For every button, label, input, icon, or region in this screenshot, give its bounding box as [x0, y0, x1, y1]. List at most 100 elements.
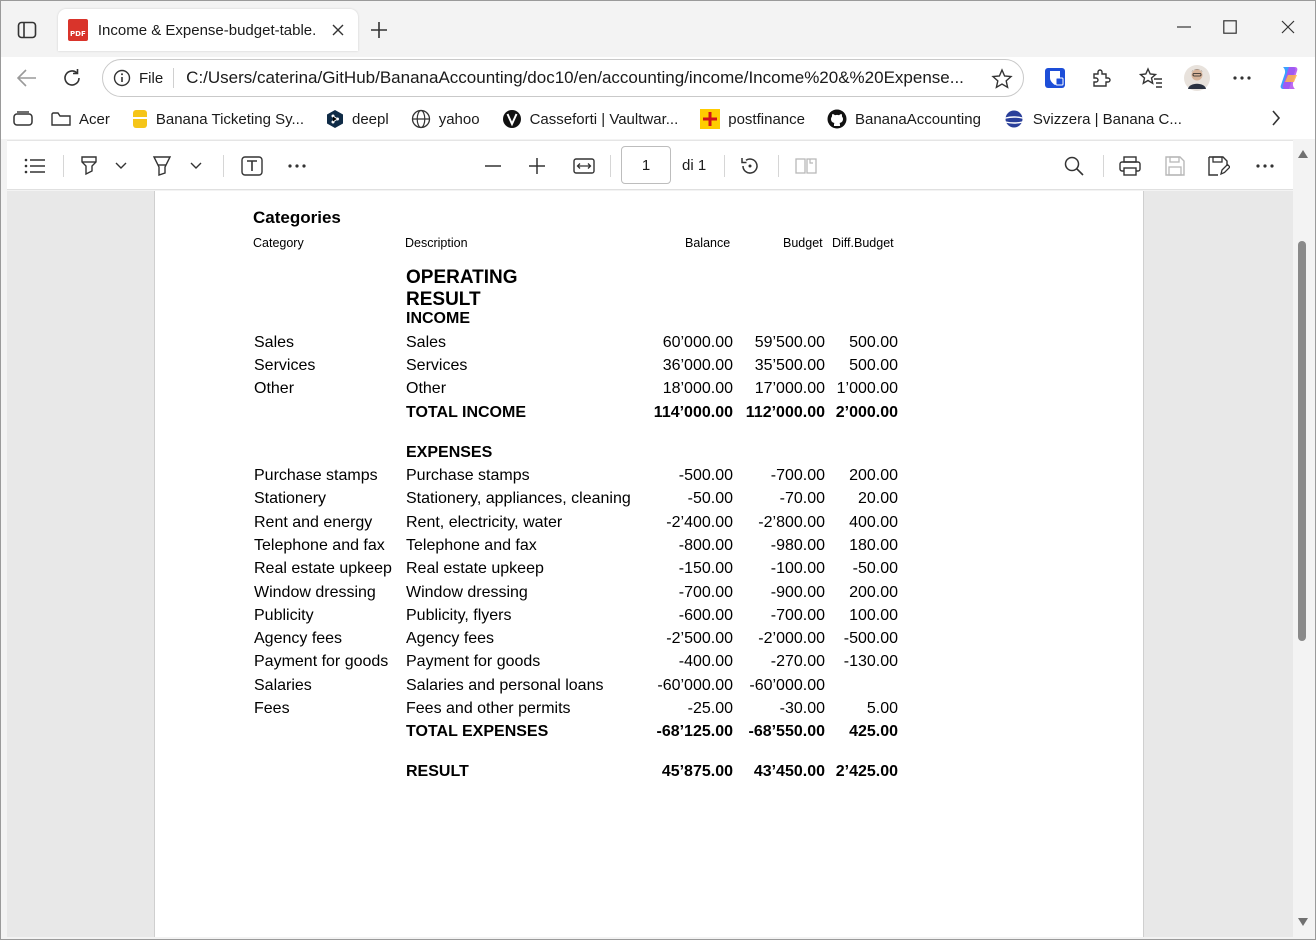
diff-budget-cell: 2’000.00: [835, 404, 898, 421]
collections-button[interactable]: [13, 111, 33, 127]
tab-close-button[interactable]: [328, 20, 348, 40]
table-row: Publicity Publicity, flyers -600.00 -700…: [155, 607, 915, 629]
bitwarden-extension-button[interactable]: [1038, 61, 1072, 95]
bookmark-banana-ticketing[interactable]: Banana Ticketing Sy...: [132, 109, 304, 129]
column-header-description: Description: [405, 236, 468, 250]
rotate-button[interactable]: [738, 153, 762, 179]
budget-cell: -900.00: [770, 584, 825, 601]
more-horizontal-icon: [1233, 76, 1251, 80]
more-bookmarks-button[interactable]: [1271, 109, 1281, 127]
page-number-input[interactable]: 1: [621, 146, 671, 184]
info-icon: [113, 69, 131, 87]
page-view-button: [794, 153, 818, 179]
highlight-button[interactable]: [77, 153, 101, 179]
total-row: TOTAL EXPENSES -68’125.00 -68’550.00 425…: [155, 723, 915, 745]
maximize-button[interactable]: [1207, 11, 1253, 43]
star-icon: [991, 68, 1013, 89]
total-row: TOTAL INCOME 114’000.00 112’000.00 2’000…: [155, 404, 915, 426]
more-options-button[interactable]: [1253, 153, 1277, 179]
bookmark-yahoo[interactable]: yahoo: [411, 109, 480, 129]
bookmark-postfinance[interactable]: postfinance: [700, 109, 805, 129]
vertical-scrollbar[interactable]: [1293, 141, 1315, 937]
bookmark-label: yahoo: [438, 110, 480, 128]
rotate-icon: [741, 158, 758, 174]
category-cell: Window dressing: [254, 584, 376, 601]
balance-cell: -60’000.00: [657, 677, 733, 694]
draw-options-button[interactable]: [188, 153, 204, 179]
profile-button[interactable]: [1180, 61, 1214, 95]
draw-button[interactable]: [150, 153, 174, 179]
diff-budget-cell: 500.00: [849, 334, 898, 351]
balance-cell: -25.00: [687, 700, 733, 717]
print-button[interactable]: [1117, 153, 1143, 179]
url-scheme-label: File: [139, 69, 164, 87]
bookmark-acer[interactable]: Acer: [51, 111, 110, 128]
active-tab[interactable]: PDF Income & Expense-budget-table.: [58, 9, 358, 51]
budget-cell: -30.00: [779, 700, 825, 717]
toolbar-divider: [1103, 155, 1104, 177]
tab-actions-button[interactable]: [11, 15, 43, 45]
budget-cell: -2’000.00: [758, 630, 825, 647]
diff-budget-cell: 100.00: [849, 607, 898, 624]
budget-cell: -60’000.00: [749, 677, 825, 694]
description-cell: TOTAL INCOME: [406, 404, 526, 421]
column-header-category: Category: [253, 236, 304, 250]
bookmark-bananaaccounting[interactable]: BananaAccounting: [827, 109, 981, 129]
site-info-button[interactable]: File: [113, 69, 163, 87]
chevron-right-icon: [1272, 110, 1281, 126]
new-tab-button[interactable]: [363, 15, 395, 45]
scroll-up-icon[interactable]: [1297, 149, 1309, 159]
contents-button[interactable]: [21, 153, 49, 179]
zoom-out-button[interactable]: [481, 153, 505, 179]
extensions-button[interactable]: [1084, 61, 1118, 95]
collections-icon: [13, 111, 33, 126]
list-icon: [24, 158, 45, 174]
arrow-left-icon: [17, 69, 36, 87]
settings-menu-button[interactable]: [1225, 61, 1259, 95]
more-tools-button[interactable]: [285, 153, 309, 179]
bookmark-label: BananaAccounting: [854, 110, 981, 128]
bookmark-deepl[interactable]: deepl: [326, 109, 389, 129]
refresh-button[interactable]: [55, 61, 89, 95]
plus-icon: [371, 22, 387, 38]
table-row: Other Other 18’000.00 17’000.00 1’000.00: [155, 380, 915, 402]
scroll-down-icon[interactable]: [1297, 917, 1309, 927]
url-separator: [173, 68, 175, 88]
refresh-icon: [64, 69, 80, 86]
favorite-button[interactable]: [991, 68, 1013, 90]
fit-to-width-button[interactable]: [571, 153, 597, 179]
back-button[interactable]: [10, 61, 44, 95]
bookmark-svizzera[interactable]: Svizzera | Banana C...: [1002, 109, 1182, 129]
highlight-options-button[interactable]: [113, 153, 129, 179]
zoom-in-button[interactable]: [525, 153, 549, 179]
budget-cell: -100.00: [770, 560, 825, 577]
search-button[interactable]: [1061, 153, 1087, 179]
address-bar[interactable]: File C:/Users/caterina/GitHub/BananaAcco…: [102, 59, 1024, 97]
url-text[interactable]: C:/Users/caterina/GitHub/BananaAccountin…: [186, 68, 986, 88]
column-header-balance: Balance: [685, 236, 731, 250]
title-bar: PDF Income & Expense-budget-table.: [1, 1, 1315, 57]
bookmark-vaultwarden[interactable]: Casseforti | Vaultwar...: [502, 109, 678, 129]
balance-cell: -600.00: [678, 607, 733, 624]
save-as-button[interactable]: [1207, 153, 1231, 179]
category-cell: Real estate upkeep: [254, 560, 392, 577]
save-as-icon: [1208, 156, 1230, 176]
balance-cell: -500.00: [678, 467, 733, 484]
maximize-icon: [1223, 20, 1237, 34]
add-text-button[interactable]: [239, 153, 265, 179]
description-cell: Services: [406, 357, 468, 374]
balance-cell: 18’000.00: [662, 380, 733, 397]
section-title: OPERATING RESULT: [406, 267, 518, 310]
minimize-button[interactable]: [1161, 11, 1207, 43]
pdf-viewer[interactable]: Categories Category Description Balance …: [7, 191, 1293, 937]
close-window-button[interactable]: [1265, 11, 1311, 43]
scrollbar-thumb[interactable]: [1298, 241, 1306, 641]
balance-cell: -150.00: [678, 560, 733, 577]
favorites-button[interactable]: [1134, 61, 1168, 95]
table-row: Telephone and fax Telephone and fax -800…: [155, 537, 915, 559]
copilot-button[interactable]: [1272, 61, 1306, 95]
category-cell: Purchase stamps: [254, 467, 378, 484]
category-cell: Other: [254, 380, 295, 397]
diff-budget-cell: -50.00: [852, 560, 898, 577]
plus-icon: [529, 158, 545, 174]
